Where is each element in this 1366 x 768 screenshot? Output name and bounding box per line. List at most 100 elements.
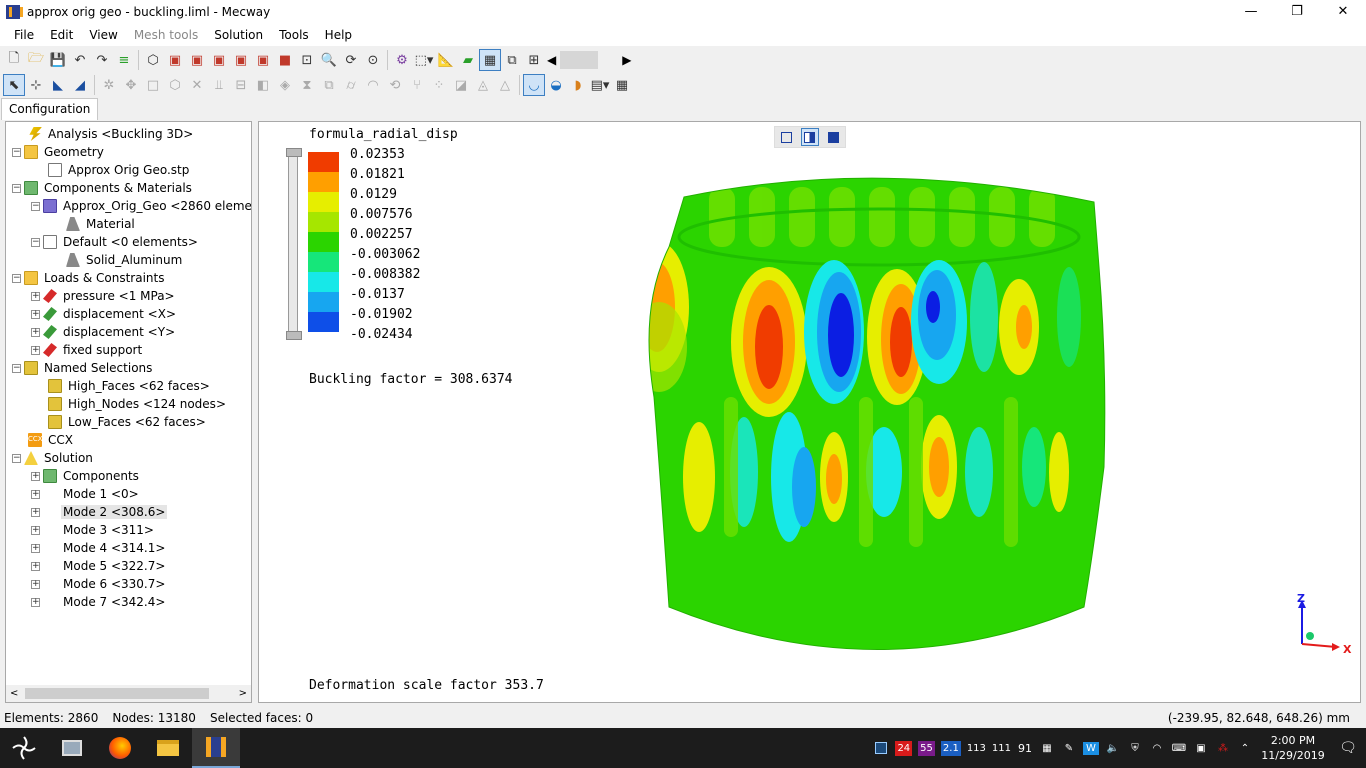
expand-icon[interactable]: + (31, 543, 40, 553)
contour-icon[interactable]: ◒ (545, 74, 567, 96)
menu-edit[interactable]: Edit (42, 28, 81, 42)
tree-item-geometry[interactable]: − Geometry (12, 143, 106, 161)
menu-tools[interactable]: Tools (271, 28, 317, 42)
table-icon[interactable]: ▦ (611, 74, 633, 96)
tree-item-mode-3[interactable]: + Mode 3 <311> (31, 521, 156, 539)
outline-cube-icon[interactable] (778, 128, 796, 146)
solid-cube-icon[interactable] (824, 128, 842, 146)
collapse-icon[interactable]: − (31, 237, 40, 247)
animate-dropdown-icon[interactable]: ▤▾ (589, 74, 611, 96)
tree-item-geometry-file[interactable]: Approx Orig Geo.stp (48, 161, 191, 179)
vector-view-icon[interactable]: ◗ (567, 74, 589, 96)
new-file-icon[interactable]: 🗋 (3, 49, 25, 71)
half-shaded-cube-icon[interactable] (800, 128, 819, 146)
expand-icon[interactable]: + (31, 345, 40, 355)
expand-icon[interactable]: + (31, 327, 40, 337)
tree-item-analysis[interactable]: Analysis <Buckling 3D> (28, 125, 195, 143)
tree-item-high-nodes[interactable]: High_Nodes <124 nodes> (48, 395, 228, 413)
view-left-icon[interactable]: ▣ (208, 49, 230, 71)
node-tool-icon[interactable]: ✲ (98, 74, 120, 96)
tree-item-pressure[interactable]: + pressure <1 MPa> (31, 287, 177, 305)
split-icon[interactable]: ⫫ (208, 74, 230, 96)
view-bottom-icon[interactable]: ■ (274, 49, 296, 71)
cube-icon[interactable]: ⬡ (164, 74, 186, 96)
tray-chevron-icon[interactable]: ⌃ (1234, 728, 1256, 768)
save-icon[interactable]: 💾 (47, 49, 69, 71)
expand-icon[interactable]: + (31, 597, 40, 607)
tray-network-adapter-icon[interactable]: ▦ (1036, 728, 1058, 768)
move-node-icon[interactable]: ✥ (120, 74, 142, 96)
taskbar-app-explorer[interactable] (144, 728, 192, 768)
collapse-icon[interactable]: − (12, 273, 21, 283)
system-clock[interactable]: 2:00 PM 11/29/2019 (1256, 733, 1330, 763)
expand-icon[interactable]: + (31, 471, 40, 481)
mesh-view-icon[interactable]: ⊞ (523, 49, 545, 71)
tree-item-low-faces[interactable]: Low_Faces <62 faces> (48, 413, 208, 431)
tree-item-solution[interactable]: − Solution (12, 449, 95, 467)
taskbar-app-mecway[interactable] (192, 728, 240, 768)
measure-icon[interactable]: 📐 (435, 49, 457, 71)
refine-icon[interactable]: ⊟ (230, 74, 252, 96)
close-button[interactable]: ✕ (1320, 0, 1366, 23)
zoom-icon[interactable]: 🔍 (318, 49, 340, 71)
tree-item-ccx[interactable]: CCX CCX (28, 431, 75, 449)
rectangle-icon[interactable]: □ (142, 74, 164, 96)
branch-icon[interactable]: ⑂ (406, 74, 428, 96)
tray-keyboard-icon[interactable]: ⌨ (1168, 728, 1190, 768)
tray-counter-blue[interactable]: 2.1 (938, 728, 964, 768)
select-face-icon[interactable]: ◣ (47, 74, 69, 96)
tree-item-fixed-support[interactable]: + fixed support (31, 341, 144, 359)
tray-shield-icon[interactable]: ⛨ (1124, 728, 1146, 768)
tree-horizontal-scrollbar[interactable]: < > (6, 685, 251, 702)
menu-view[interactable]: View (81, 28, 125, 42)
view-front-icon[interactable]: ▣ (164, 49, 186, 71)
open-folder-icon[interactable]: 🗁 (25, 49, 47, 71)
view-back-icon[interactable]: ▣ (186, 49, 208, 71)
deformed-view-icon[interactable]: ◡ (523, 74, 545, 96)
copy-icon[interactable]: ⧉ (318, 74, 340, 96)
minimize-button[interactable]: — (1228, 0, 1274, 23)
buckled-cylinder-model[interactable] (639, 167, 1109, 677)
maximize-button[interactable]: ❐ (1274, 0, 1320, 23)
scroll-thumb[interactable] (25, 688, 209, 699)
collapse-icon[interactable]: − (12, 363, 21, 373)
tray-monitor-icon[interactable] (870, 728, 892, 768)
tray-wifi-icon[interactable]: ◠ (1146, 728, 1168, 768)
expand-icon[interactable]: + (31, 507, 40, 517)
cylinder-icon[interactable]: ⌭ (340, 74, 362, 96)
scroll-left-icon[interactable]: < (10, 688, 18, 699)
collapse-icon[interactable]: − (12, 183, 21, 193)
expand-icon[interactable]: + (31, 561, 40, 571)
scroll-right-icon[interactable]: ▶ (622, 53, 631, 67)
scroll-left-icon[interactable]: ◀ (547, 53, 556, 67)
tree-item-components-materials[interactable]: − Components & Materials (12, 179, 194, 197)
tray-volume-icon[interactable]: 🔈 (1102, 728, 1124, 768)
rotate-icon[interactable]: ⟳ (340, 49, 362, 71)
triangle-mesh-icon[interactable]: ◬ (472, 74, 494, 96)
tree-item-solution-components[interactable]: + Components (31, 467, 141, 485)
tray-counter-b[interactable]: 111 (989, 728, 1014, 768)
collapse-icon[interactable]: − (31, 201, 40, 211)
tree-item-loads-constraints[interactable]: − Loads & Constraints (12, 269, 167, 287)
undo-icon[interactable]: ↶ (69, 49, 91, 71)
view-iso-icon[interactable]: ⬡ (142, 49, 164, 71)
menu-solution[interactable]: Solution (206, 28, 271, 42)
sweep-icon[interactable]: ◠ (362, 74, 384, 96)
taskbar-app-monitor[interactable] (48, 728, 96, 768)
view-mode-dropdown-icon[interactable]: ⬚▾ (413, 49, 435, 71)
menu-mesh-tools[interactable]: Mesh tools (126, 28, 206, 42)
expand-icon[interactable]: + (31, 525, 40, 535)
tray-counter-red[interactable]: 24 (892, 728, 915, 768)
legend-range-slider[interactable] (286, 148, 302, 340)
tree-item-mode-7[interactable]: + Mode 7 <342.4> (31, 593, 167, 611)
tray-usb-icon[interactable]: ▣ (1190, 728, 1212, 768)
model-viewport[interactable]: formula_radial_disp 0.02353 0.01821 0.01… (258, 121, 1361, 703)
tray-cluster-icon[interactable]: ⁂ (1212, 728, 1234, 768)
zoom-box-icon[interactable]: ⊡ (296, 49, 318, 71)
solve-icon[interactable]: ≡ (113, 49, 135, 71)
expand-icon[interactable]: + (31, 579, 40, 589)
expand-icon[interactable]: + (31, 309, 40, 319)
select-pointer-icon[interactable]: ⬉ (3, 74, 25, 96)
menu-help[interactable]: Help (317, 28, 360, 42)
tree-item-displacement-x[interactable]: + displacement <X> (31, 305, 178, 323)
